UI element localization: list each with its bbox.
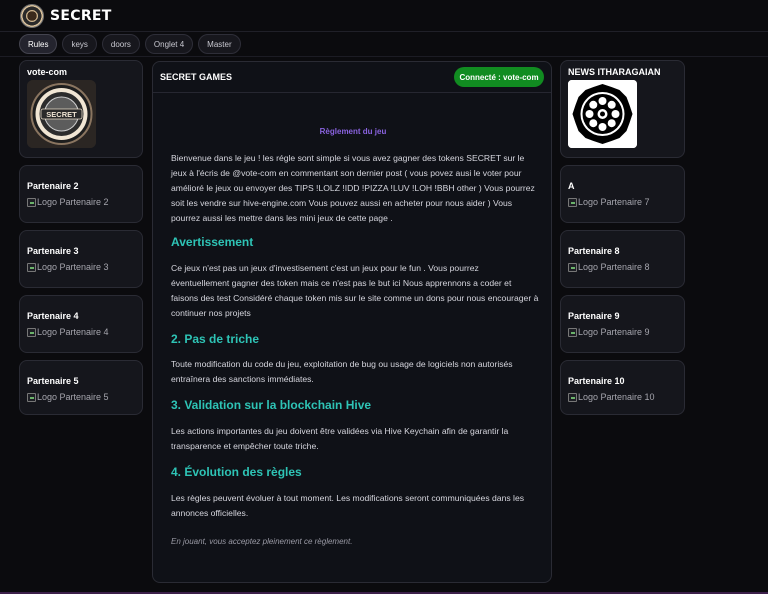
partner-logo-alt: Logo Partenaire 2 — [37, 197, 109, 207]
secret-coin-image: SECRET — [27, 80, 96, 148]
broken-image-icon — [568, 262, 577, 272]
rules-heading: Règlement du jeu — [319, 127, 387, 136]
tab-onglet-4[interactable]: Onglet 4 — [144, 34, 194, 54]
partner-logo-alt: Logo Partenaire 9 — [578, 327, 650, 337]
card-title: Partenaire 3 — [27, 246, 79, 256]
tab-master[interactable]: Master — [198, 34, 241, 54]
partner-logo-image: Logo Partenaire 4 — [27, 327, 109, 337]
section-heading-no-cheat: 2. Pas de triche — [171, 332, 260, 346]
card-title: Partenaire 5 — [27, 376, 79, 386]
partner-logo-image: Logo Partenaire 5 — [27, 392, 109, 402]
secret-logo-icon[interactable] — [20, 3, 44, 28]
tab-keys[interactable]: keys — [62, 34, 97, 54]
broken-image-icon — [27, 197, 36, 207]
panel-divider — [153, 92, 551, 93]
tab-doors[interactable]: doors — [101, 34, 140, 54]
right-card-partenaire-9[interactable]: Partenaire 9 Logo Partenaire 9 — [560, 295, 685, 353]
broken-image-icon — [27, 262, 36, 272]
section-text-no-cheat: Toute modification du code du jeu, explo… — [171, 359, 513, 384]
partner-logo-alt: Logo Partenaire 7 — [578, 197, 650, 207]
card-title: Partenaire 9 — [568, 311, 620, 321]
intro-paragraph: Bienvenue dans le jeu ! les régle sont s… — [171, 153, 535, 223]
partner-logo-image: Logo Partenaire 3 — [27, 262, 109, 272]
connection-status-badge: Connecté : vote-com — [454, 67, 544, 87]
left-card-partenaire-5[interactable]: Partenaire 5 Logo Partenaire 5 — [19, 360, 143, 415]
right-card-partenaire-10[interactable]: Partenaire 10 Logo Partenaire 10 — [560, 360, 685, 415]
partner-logo-alt: Logo Partenaire 8 — [578, 262, 650, 272]
tab-rules[interactable]: Rules — [19, 34, 58, 54]
card-title: NEWS ITHARAGAIAN — [568, 67, 661, 77]
partner-logo-image: Logo Partenaire 9 — [568, 327, 650, 337]
tab-bar: Rules keys doors Onglet 4 Master — [19, 34, 241, 54]
card-title: A — [568, 181, 575, 191]
partner-logo-alt: Logo Partenaire 5 — [37, 392, 109, 402]
partner-logo-image: Logo Partenaire 2 — [27, 197, 109, 207]
acceptance-footer: En jouant, vous acceptez pleinement ce r… — [171, 537, 353, 546]
section-text-validation: Les actions importantes du jeu doivent ê… — [171, 426, 509, 451]
right-card-news[interactable]: NEWS ITHARAGAIAN — [560, 60, 685, 158]
right-card-partenaire-8[interactable]: Partenaire 8 Logo Partenaire 8 — [560, 230, 685, 288]
broken-image-icon — [568, 327, 577, 337]
partner-logo-alt: Logo Partenaire 10 — [578, 392, 655, 402]
partner-logo-alt: Logo Partenaire 3 — [37, 262, 109, 272]
news-emblem-image — [568, 80, 637, 148]
left-card-vote-com[interactable]: vote-com SECRET — [19, 60, 143, 158]
partner-logo-image: Logo Partenaire 10 — [568, 392, 655, 402]
partner-logo-alt: Logo Partenaire 4 — [37, 327, 109, 337]
rules-panel: SECRET GAMES Connecté : vote-com Règleme… — [152, 61, 552, 583]
top-header: SECRET — [0, 0, 768, 32]
left-card-partenaire-3[interactable]: Partenaire 3 Logo Partenaire 3 — [19, 230, 143, 288]
card-title: vote-com — [27, 67, 68, 77]
section-text-warning: Ce jeux n'est pas un jeux d'investisemen… — [171, 263, 539, 318]
section-heading-warning: Avertissement — [171, 235, 254, 249]
broken-image-icon — [568, 392, 577, 402]
partner-logo-image: Logo Partenaire 8 — [568, 262, 650, 272]
brand-title: SECRET — [50, 7, 112, 24]
card-title: Partenaire 8 — [568, 246, 620, 256]
broken-image-icon — [27, 392, 36, 402]
card-title: Partenaire 2 — [27, 181, 79, 191]
section-heading-validation: 3. Validation sur la blockchain Hive — [171, 398, 372, 412]
right-card-a[interactable]: A Logo Partenaire 7 — [560, 165, 685, 223]
tab-divider — [0, 56, 768, 57]
card-title: Partenaire 10 — [568, 376, 625, 386]
broken-image-icon — [568, 197, 577, 207]
left-card-partenaire-4[interactable]: Partenaire 4 Logo Partenaire 4 — [19, 295, 143, 353]
svg-text:SECRET: SECRET — [46, 110, 77, 119]
partner-logo-image: Logo Partenaire 7 — [568, 197, 650, 207]
broken-image-icon — [27, 327, 36, 337]
panel-title: SECRET GAMES — [160, 72, 233, 82]
section-heading-evolution: 4. Évolution des règles — [171, 465, 302, 479]
left-card-partenaire-2[interactable]: Partenaire 2 Logo Partenaire 2 — [19, 165, 143, 223]
card-title: Partenaire 4 — [27, 311, 79, 321]
section-text-evolution: Les règles peuvent évoluer à tout moment… — [171, 493, 525, 518]
